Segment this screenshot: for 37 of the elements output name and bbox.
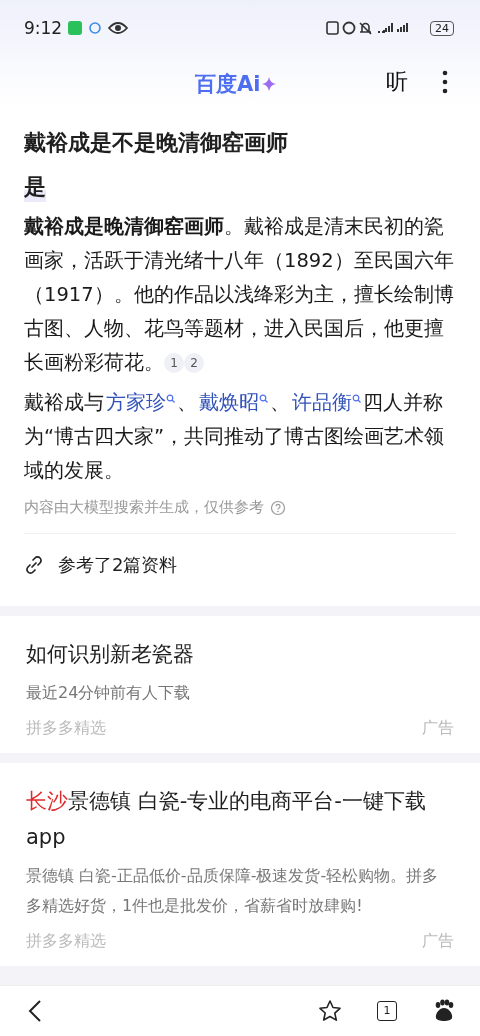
disclaimer-text: 内容由大模型搜索并生成，仅供参考 [24,498,264,517]
chat-bubble-icon [88,21,103,35]
ad-title[interactable]: 如何识别新老瓷器 [26,636,454,672]
question-title: 戴裕成是不是晚清御窑画师 [24,129,289,157]
citation-badge[interactable]: 2 [184,353,204,373]
ad-title[interactable]: 长沙景德镇 白瓷-专业的电商平台-一键下载app [26,783,454,855]
tabs-button[interactable]: 1 [377,1001,397,1021]
ad-tag: 广告 [422,931,454,952]
search-icon [259,394,268,403]
search-link[interactable]: 方家珍 [106,391,175,414]
search-link[interactable]: 戴焕昭 [199,391,268,414]
listen-button[interactable]: 听 [386,67,408,97]
battery-level: 24 [430,20,454,36]
search-icon [352,394,361,403]
logo-text: 百度Ai [195,71,261,98]
help-icon[interactable] [270,499,286,516]
status-time: 9:12 [24,18,63,38]
eye-icon [108,21,129,35]
references-link[interactable]: 参考了2篇资料 [58,553,178,577]
ad-source: 拼多多精选 [26,718,106,739]
ad-description: 景德镇 白瓷-正品低价-品质保障-极速发货-轻松购物。拼多多精选好货，1件也是批发价，省薪省时放肆购! [26,865,440,917]
citation-badge[interactable]: 1 [164,353,184,373]
back-icon[interactable] [28,999,42,1023]
answer-paragraph: 戴裕成与方家珍 、戴焕昭 、许品衡 四人并称为“博古四大家”，共同推动了博古图绘画艺术领域的发展。 [24,390,446,484]
sparkle-icon [262,77,277,91]
search-link[interactable]: 许品衡 [292,391,361,414]
ad-card[interactable]: 如何识别新老瓷器 最近24分钟前有人下载 拼多多精选 广告 [0,616,480,753]
chat-app-icon [68,21,83,35]
link-icon [24,555,44,575]
more-icon[interactable] [442,70,448,94]
ad-description: 最近24分钟前有人下载 [26,682,192,704]
ad-tag: 广告 [422,718,454,739]
ad-card[interactable]: 长沙景德镇 白瓷-专业的电商平台-一键下载app 景德镇 白瓷-正品低价-品质保障-极速发货-轻松购物。拼多多精选好货，1件也是批发价，省薪省时放肆购! 拼多多精选 广告 [0,763,480,966]
answer-paragraph: 戴裕成是晚清御窑画师。戴裕成是清末民初的瓷画家，活跃于清光绪十八年（1892）至民国六年（1917）。他的作品以浅绛彩为主，擅长绘制博古图、人物、花鸟等题材，进入民国后，他更擅长画粉彩荷花。 1 2 [24,214,455,376]
search-icon [166,394,175,403]
star-icon[interactable] [318,999,342,1023]
ad-source: 拼多多精选 [26,931,106,952]
